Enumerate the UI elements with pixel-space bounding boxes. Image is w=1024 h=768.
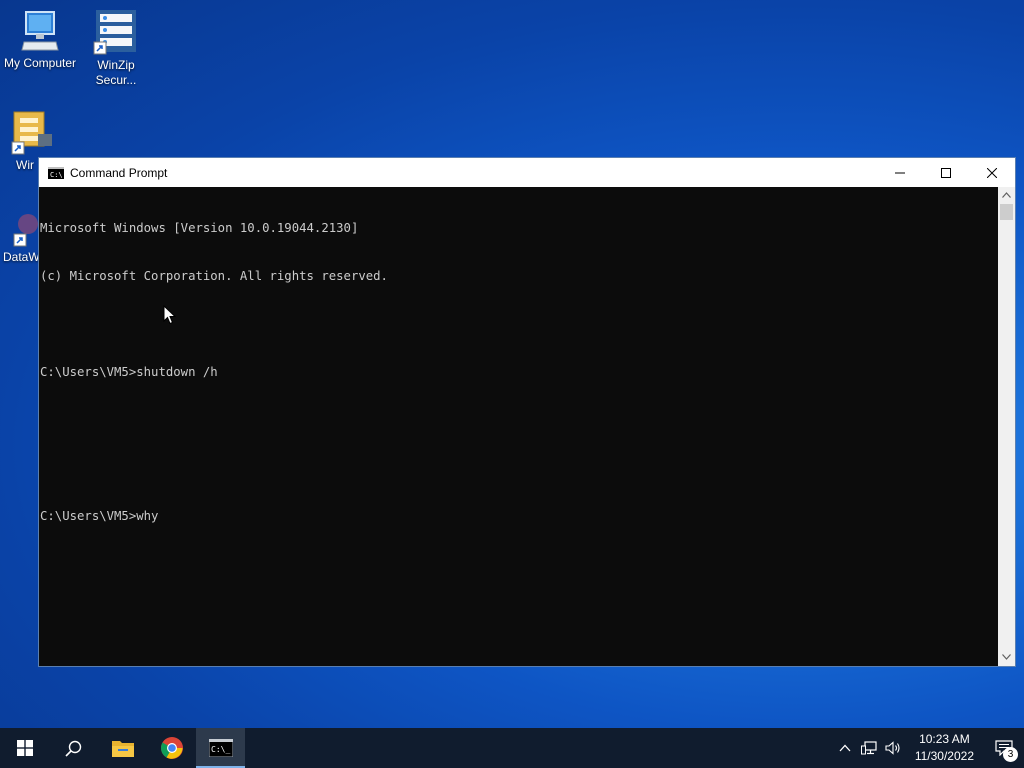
minimize-button[interactable] xyxy=(877,158,923,187)
cmd-icon: C:\ xyxy=(48,166,64,179)
taskbar: C:\_ 10:23 AM 11/30/2022 3 xyxy=(0,728,1024,768)
clock-date: 11/30/2022 xyxy=(914,749,974,763)
show-hidden-icons-button[interactable] xyxy=(833,728,857,768)
desktop-icon-label: DataW xyxy=(3,250,40,264)
computer-icon xyxy=(21,11,59,51)
cmd-taskbar-button[interactable]: C:\_ xyxy=(196,728,245,768)
svg-text:C:\: C:\ xyxy=(50,171,63,179)
scroll-down-button[interactable] xyxy=(998,649,1015,666)
notification-badge: 3 xyxy=(1003,747,1018,762)
search-button[interactable] xyxy=(49,728,98,768)
console-line: Microsoft Windows [Version 10.0.19044.21… xyxy=(40,221,359,235)
start-button[interactable] xyxy=(0,728,49,768)
vertical-scrollbar[interactable] xyxy=(998,187,1015,666)
chrome-icon xyxy=(160,737,183,759)
chevron-up-icon xyxy=(1002,192,1011,198)
chevron-down-icon xyxy=(1002,654,1011,660)
winzip-icon xyxy=(93,10,136,55)
chevron-up-icon xyxy=(839,744,851,752)
maximize-button[interactable] xyxy=(923,158,969,187)
mouse-cursor-icon xyxy=(163,305,176,325)
cmd-icon: C:\_ xyxy=(208,739,233,757)
clock-time: 10:23 AM xyxy=(919,732,970,746)
volume-button[interactable] xyxy=(881,728,905,768)
desktop-icon-my-computer[interactable]: My Computer xyxy=(0,10,80,71)
volume-icon xyxy=(885,741,900,755)
command-prompt-window[interactable]: C:\ Command Prompt Microsoft Windows [Ve… xyxy=(38,157,1016,667)
scrollbar-thumb[interactable] xyxy=(1000,204,1013,220)
title-bar[interactable]: C:\ Command Prompt xyxy=(39,158,1015,187)
action-center-button[interactable]: 3 xyxy=(984,728,1024,768)
start-icon xyxy=(16,740,33,756)
chrome-button[interactable] xyxy=(147,728,196,768)
network-button[interactable] xyxy=(857,728,881,768)
minimize-icon xyxy=(895,172,905,173)
console-prompt-line: C:\Users\VM5>why xyxy=(40,509,159,523)
desktop-icon-winzip[interactable]: WinZip Secur... xyxy=(76,6,156,88)
desktop-icon-label: WinZip Secur... xyxy=(95,58,137,87)
scroll-up-button[interactable] xyxy=(998,187,1015,204)
window-title: Command Prompt xyxy=(70,165,168,180)
console-output[interactable]: Microsoft Windows [Version 10.0.19044.21… xyxy=(39,187,998,666)
system-tray: 10:23 AM 11/30/2022 3 xyxy=(833,728,1024,768)
maximize-icon xyxy=(941,167,951,178)
archive-icon xyxy=(11,111,52,155)
close-button[interactable] xyxy=(969,158,1015,187)
console-line: (c) Microsoft Corporation. All rights re… xyxy=(40,269,388,283)
taskbar-clock[interactable]: 10:23 AM 11/30/2022 xyxy=(905,731,984,765)
search-icon xyxy=(65,740,82,757)
svg-text:C:\_: C:\_ xyxy=(211,745,230,754)
close-icon xyxy=(987,167,997,178)
desktop-icon-label: My Computer xyxy=(3,56,77,70)
network-icon xyxy=(860,741,877,755)
desktop-icon-datawatch[interactable]: DataW xyxy=(0,208,40,265)
file-explorer-icon xyxy=(111,741,134,757)
console-line: C:\Users\VM5>shutdown /h xyxy=(40,365,218,379)
file-explorer-button[interactable] xyxy=(98,728,147,768)
